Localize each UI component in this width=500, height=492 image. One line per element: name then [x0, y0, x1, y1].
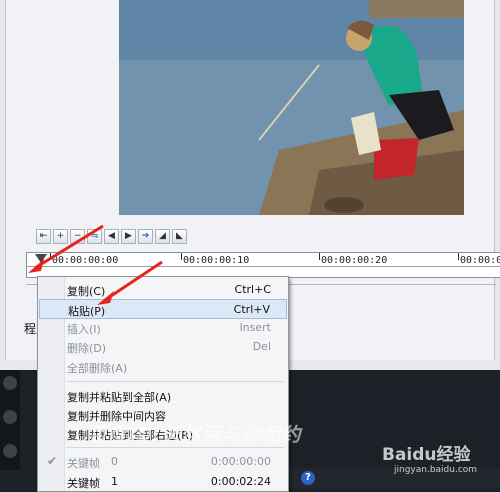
menu-item-label: 插入(I) — [67, 323, 101, 336]
keyframe-marker[interactable] — [35, 254, 47, 263]
track-toggle-button[interactable] — [3, 444, 17, 458]
remove-keyframe-button[interactable]: − — [70, 229, 85, 244]
move-left-icon: ◢ — [159, 231, 166, 241]
previous-keyframe-button[interactable]: ◀ — [104, 229, 119, 244]
preview-image — [119, 0, 464, 215]
menu-item-copy[interactable]: 复制(C) Ctrl+C — [39, 280, 287, 300]
menu-item-label: 复制并粘贴到全部(A) — [67, 391, 172, 404]
menu-item-paste[interactable]: 粘贴(P) Ctrl+V — [39, 299, 287, 319]
add-keyframe-button[interactable]: + — [53, 229, 68, 244]
track-strip — [0, 370, 20, 470]
tick-label: 00:00:01 — [460, 255, 500, 266]
keyframe-number: 1 — [111, 475, 118, 488]
keyframe-number: 0 — [111, 455, 118, 468]
menu-item-shortcut: Ctrl+V — [233, 303, 270, 316]
menu-item-label: 全部删除(A) — [67, 362, 128, 375]
context-menu: 复制(C) Ctrl+C 粘贴(P) Ctrl+V 插入(I) Insert 删… — [37, 276, 289, 492]
previous-keyframe-icon: ◀ — [108, 231, 115, 241]
remove-keyframe-icon: − — [73, 231, 82, 241]
menu-item-shortcut: Del — [252, 340, 271, 353]
menu-item-shortcut: Insert — [239, 321, 271, 334]
menu-item-shortcut: Ctrl+C — [234, 283, 271, 296]
menu-item-keyframe-1[interactable]: 关键帧 1 0:00:02:24 — [39, 472, 287, 492]
menu-item-label: 复制(C) — [67, 285, 106, 298]
go-to-start-button[interactable]: ⇤ — [36, 229, 51, 244]
move-left-button[interactable]: ◢ — [155, 229, 170, 244]
move-right-button[interactable]: ◣ — [172, 229, 187, 244]
baidu-logo: Baidu经验 — [382, 445, 471, 465]
keyframe-toolbar: ⇤ + − ⇋ ◀ ▶ ➔ ◢ ◣ — [36, 229, 187, 245]
menu-item-label: 删除(D) — [67, 342, 107, 355]
help-button[interactable]: ? — [301, 471, 315, 485]
checkmark-icon: ✔ — [47, 454, 58, 468]
baidu-site: jingyan.baidu.com — [394, 465, 478, 475]
go-to-start-icon: ⇤ — [39, 231, 48, 241]
tick-mark — [458, 253, 459, 260]
next-keyframe-button[interactable]: ▶ — [121, 229, 136, 244]
menu-item-insert[interactable]: 插入(I) Insert — [39, 318, 287, 338]
tick-mark — [319, 253, 320, 260]
keyframe-timeline[interactable]: 00:00:00:00 00:00:00:10 00:00:00:20 00:0… — [26, 252, 500, 278]
reverse-keyframes-icon: ⇋ — [90, 231, 99, 241]
go-to-keyframe-icon: ➔ — [141, 231, 150, 241]
add-keyframe-icon: + — [56, 231, 65, 241]
menu-item-delete[interactable]: 删除(D) Del — [39, 337, 287, 357]
keyframe-time: 0:00:02:24 — [210, 475, 271, 488]
menu-separator — [66, 447, 284, 448]
keyframe-time: 0:00:00:00 — [210, 455, 271, 468]
menu-item-delete-all[interactable]: 全部删除(A) — [39, 357, 287, 377]
track-toggle-button[interactable] — [3, 376, 17, 390]
menu-item-copy-paste-all[interactable]: 复制并粘贴到全部(A) — [39, 386, 287, 406]
reverse-keyframes-button[interactable]: ⇋ — [87, 229, 102, 244]
next-keyframe-icon: ▶ — [125, 231, 132, 241]
tick-label: 00:00:00:20 — [321, 255, 388, 266]
menu-item-keyframe-0[interactable]: ✔ 关键帧 0 0:00:00:00 — [39, 452, 287, 472]
timeline-ruler — [27, 266, 500, 267]
track-toggle-button[interactable] — [3, 410, 17, 424]
video-preview — [119, 0, 464, 215]
go-to-keyframe-button[interactable]: ➔ — [138, 229, 153, 244]
menu-separator — [66, 381, 284, 382]
tick-mark — [50, 253, 51, 260]
menu-item-label: 关键帧 — [67, 457, 100, 470]
tick-label: 00:00:00:00 — [52, 255, 119, 266]
move-right-icon: ◣ — [176, 231, 183, 241]
watermark-text: 百度ID:天然河与你相约 — [88, 424, 302, 446]
menu-item-label: 粘贴(P) — [68, 305, 106, 318]
tick-mark — [181, 253, 182, 260]
tick-label: 00:00:00:10 — [183, 255, 250, 266]
menu-item-label: 关键帧 — [67, 477, 100, 490]
